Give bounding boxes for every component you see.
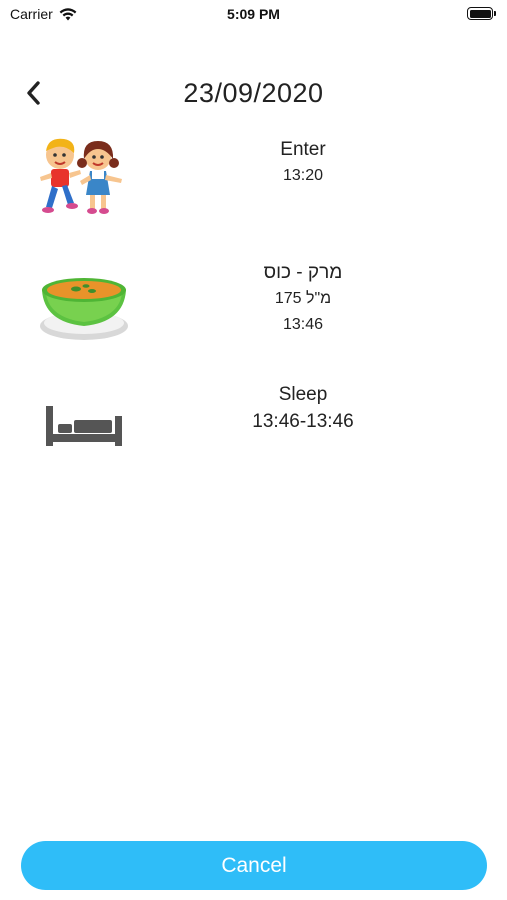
entry-soup: מרק - כוס 175 מ"ל 13:46 [0,258,507,358]
status-bar: Carrier 5:09 PM [0,0,507,30]
page-title: 23/09/2020 [183,78,324,108]
cancel-button[interactable]: Cancel [21,841,487,890]
entry-time: 13:20 [282,167,324,184]
screen: Carrier 5:09 PM 23/09/2020 Enter 13:20 מ… [0,0,507,900]
soup-bowl-icon [40,278,128,340]
entry-time: 13:46 [282,316,324,333]
entry-text: Sleep 13:46-13:46 [200,382,406,436]
entry-sleep: Sleep 13:46-13:46 [0,380,507,460]
entry-enter: Enter 13:20 [0,135,507,235]
entry-time-range: 13:46-13:46 [252,411,354,432]
children-icon [40,138,122,214]
entry-title: מרק - כוס [263,262,343,283]
battery-icon [467,7,496,20]
header: 23/09/2020 [0,70,507,116]
entry-title: Enter [280,139,326,160]
bed-icon [46,406,122,446]
entry-title: Sleep [278,384,328,405]
entry-text: מרק - כוס 175 מ"ל 13:46 [200,260,406,338]
battery-fill [469,9,491,18]
entry-amount: 175 מ"ל [274,290,332,307]
status-time: 5:09 PM [227,6,280,22]
entry-text: Enter 13:20 [200,137,406,189]
